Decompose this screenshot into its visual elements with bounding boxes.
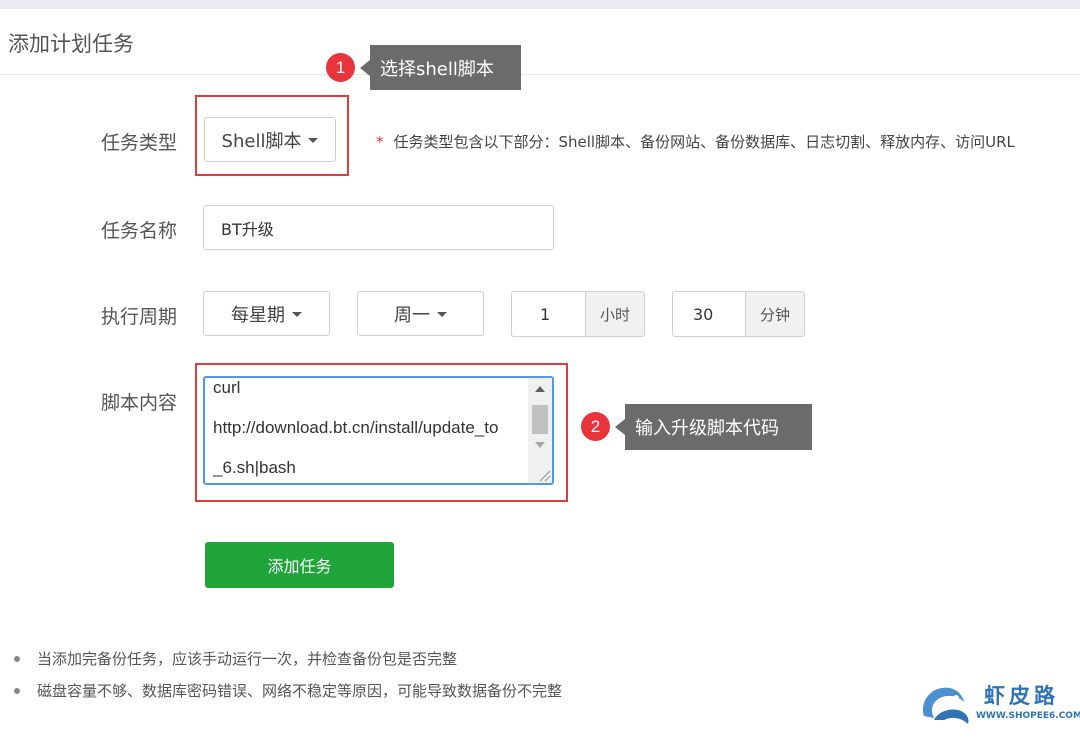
add-task-button[interactable]: 添加任务 [205,542,394,588]
script-label: 脚本内容 [101,392,178,414]
watermark-url: WWW.SHOPEE6.COM [976,711,1080,721]
schedule-label: 执行周期 [101,306,178,328]
weekday-selected: 周一 [394,304,430,326]
watermark: 虾皮路 WWW.SHOPEE6.COM [918,678,1080,728]
top-strip [0,0,1080,9]
period-dropdown[interactable]: 每星期 [203,291,330,336]
annotation-badge-1: 1 [326,53,355,82]
note-item: 磁盘容量不够、数据库密码错误、网络不稳定等原因，可能导致数据备份不完整 [14,678,562,710]
dragon-logo-icon [922,687,969,724]
hour-input[interactable] [511,291,585,337]
chevron-down-icon [292,312,302,317]
note-item: 当添加完备份任务，应该手动运行一次，并检查备份包是否完整 [14,646,562,678]
notes-list: 当添加完备份任务，应该手动运行一次，并检查备份包是否完整 磁盘容量不够、数据库密… [14,646,562,710]
hour-input-group: 小时 [511,291,645,337]
task-name-label: 任务名称 [101,220,178,242]
highlight-box-task-type [195,95,349,176]
watermark-name: 虾皮路 [984,684,1059,708]
task-type-hint-text: 任务类型包含以下部分：Shell脚本、备份网站、备份数据库、日志切割、释放内存、… [393,133,1015,151]
task-name-input[interactable] [203,205,554,250]
page-title: 添加计划任务 [8,32,134,56]
weekday-dropdown[interactable]: 周一 [357,291,484,336]
minute-unit: 分钟 [745,291,805,337]
annotation-badge-2: 2 [581,412,610,441]
chevron-down-icon [437,312,447,317]
title-divider [0,74,1080,75]
required-star: * [376,133,384,151]
period-selected: 每星期 [231,304,285,326]
annotation-callout-2: 输入升级脚本代码 [615,404,812,450]
highlight-box-script [195,363,568,502]
hour-unit: 小时 [585,291,645,337]
annotation-callout-1: 选择shell脚本 [360,45,521,90]
task-type-label: 任务类型 [101,132,178,154]
minute-input[interactable] [672,291,745,337]
task-type-hint: * 任务类型包含以下部分：Shell脚本、备份网站、备份数据库、日志切割、释放内存… [376,131,1015,152]
minute-input-group: 分钟 [672,291,805,337]
